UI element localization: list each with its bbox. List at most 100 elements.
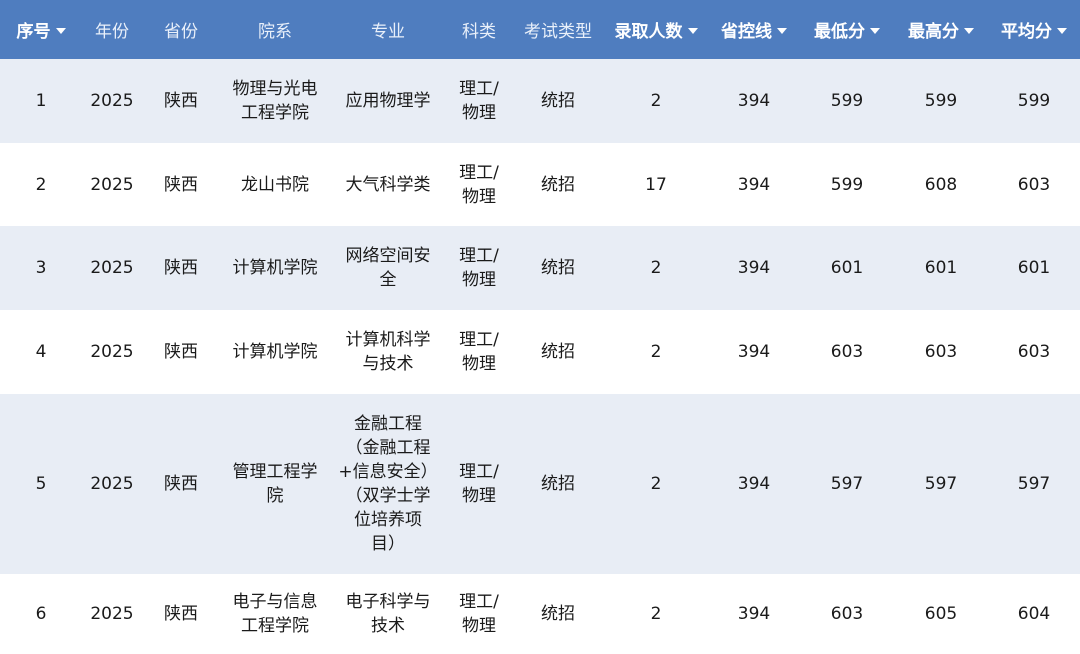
cell-exam-type-text: 统招 (541, 604, 575, 624)
cell-dept: 物理与光电 工程学院 (220, 59, 330, 143)
header-label: 平均分 (1001, 22, 1052, 42)
cell-year: 2025 (82, 59, 142, 143)
cell-province: 陕西 (142, 574, 220, 654)
cell-avg-score: 604 (988, 574, 1080, 654)
cell-exam-type: 统招 (512, 59, 604, 143)
table-row: 3 2025 陕西 计算机学院 网络空间安全理工/物理 统招 2 394 601 601 601 (0, 226, 1080, 310)
cell-no: 5 (0, 394, 82, 574)
cell-category-line: 理工/ (459, 162, 499, 183)
cell-min-score: 597 (800, 394, 894, 574)
cell-major-line: 技术 (371, 616, 405, 636)
cell-dept-line: 电子与信息 (232, 592, 318, 612)
header-col-control-line[interactable]: 省控线 (708, 0, 800, 59)
cell-dept: 龙山书院 (220, 143, 330, 226)
cell-avg-score: 603 (988, 310, 1080, 394)
header-col-major: 专业 (330, 0, 446, 59)
cell-no: 4 (0, 310, 82, 394)
cell-year-text: 2025 (90, 474, 134, 494)
cell-admit-count-text: 2 (650, 258, 662, 278)
cell-category: 理工/物理 (446, 574, 512, 654)
cell-no-text: 4 (35, 342, 47, 362)
header-col-max-score[interactable]: 最高分 (894, 0, 988, 59)
cell-province-text: 陕西 (164, 474, 198, 494)
cell-max-score-text: 608 (924, 174, 958, 195)
cell-control-line-text: 394 (737, 604, 771, 624)
cell-no-text: 2 (35, 174, 47, 195)
cell-province: 陕西 (142, 143, 220, 226)
cell-dept-line: 管理工程学 (232, 462, 318, 482)
cell-admit-count: 2 (604, 310, 708, 394)
header-row: 序号 年份 省份 院系 专业 科类 考试类型 录取人数 省控线 最低分 最高分 平均分 (0, 0, 1080, 59)
cell-dept: 电子与信息 工程学院 (220, 574, 330, 654)
sort-caret-down-icon[interactable] (870, 28, 880, 34)
header-col-no[interactable]: 序号 (0, 0, 82, 59)
sort-caret-down-icon[interactable] (964, 28, 974, 34)
cell-control-line: 394 (708, 143, 800, 226)
header-col-admit-count[interactable]: 录取人数 (604, 0, 708, 59)
cell-avg-score-text: 603 (1017, 342, 1051, 362)
cell-major-line: 与技术 (362, 354, 414, 374)
header-label: 专业 (371, 22, 405, 42)
cell-no-text: 1 (35, 91, 47, 111)
cell-max-score-text: 605 (924, 604, 958, 624)
sort-caret-down-icon[interactable] (1057, 28, 1067, 34)
cell-control-line: 394 (708, 59, 800, 143)
cell-min-score: 603 (800, 574, 894, 654)
cell-dept-line: 计算机学院 (232, 258, 318, 278)
cell-year-text: 2025 (90, 604, 134, 624)
cell-admit-count: 2 (604, 226, 708, 310)
cell-min-score-text: 601 (830, 258, 864, 278)
cell-exam-type: 统招 (512, 394, 604, 574)
cell-year: 2025 (82, 143, 142, 226)
cell-exam-type: 统招 (512, 574, 604, 654)
sort-caret-down-icon[interactable] (55, 28, 66, 34)
cell-max-score: 597 (894, 394, 988, 574)
cell-year: 2025 (82, 394, 142, 574)
cell-min-score: 599 (800, 143, 894, 226)
cell-exam-type-text: 统招 (541, 342, 575, 362)
cell-major-line: 应用物理学 (345, 91, 431, 111)
cell-major-line: 金融工程 (354, 414, 422, 434)
cell-max-score-text: 597 (924, 474, 958, 494)
cell-no: 1 (0, 59, 82, 143)
cell-major-line: 计算机科学 (345, 330, 431, 350)
cell-dept: 计算机学院 (220, 226, 330, 310)
cell-min-score-text: 603 (830, 604, 864, 624)
header-label: 考试类型 (524, 22, 592, 42)
cell-major: 计算机科学 与技术 (330, 310, 446, 394)
cell-admit-count-text: 17 (645, 174, 667, 195)
cell-avg-score-text: 597 (1017, 474, 1051, 494)
header-label: 最低分 (814, 22, 865, 42)
cell-avg-score-text: 603 (1017, 174, 1051, 195)
cell-category: 理工/物理 (446, 143, 512, 226)
cell-max-score-text: 599 (924, 91, 958, 111)
table-row: 2 2025 陕西 龙山书院 大气科学类 理工/物理 统招 17 394 599 608 603 (0, 143, 1080, 226)
cell-major-line: 目） (371, 534, 405, 554)
sort-caret-down-icon[interactable] (687, 28, 698, 34)
cell-control-line-text: 394 (737, 258, 771, 278)
cell-no-text: 6 (35, 604, 47, 624)
cell-major: 电子科学与 技术 (330, 574, 446, 654)
sort-caret-down-icon[interactable] (777, 28, 787, 34)
header-col-avg-score[interactable]: 平均分 (988, 0, 1080, 59)
cell-max-score: 608 (894, 143, 988, 226)
cell-province: 陕西 (142, 394, 220, 574)
header-col-min-score[interactable]: 最低分 (800, 0, 894, 59)
cell-min-score: 599 (800, 59, 894, 143)
cell-major: 金融工程 （金融工程 +信息安全） （双学士学 位培养项 目） (330, 394, 446, 574)
cell-dept-line: 工程学院 (241, 616, 309, 636)
cell-category: 理工/物理 (446, 394, 512, 574)
cell-no: 2 (0, 143, 82, 226)
cell-no-text: 3 (35, 258, 47, 278)
cell-exam-type-text: 统招 (541, 174, 575, 195)
table-row: 1 2025 陕西 物理与光电 工程学院 应用物理学 理工/物理 统招 2 394 599 599 59… (0, 59, 1080, 143)
cell-max-score: 601 (894, 226, 988, 310)
admission-table: 序号 年份 省份 院系 专业 科类 考试类型 录取人数 省控线 最低分 最高分 平均分 1 2025 陕西… (0, 0, 1080, 654)
cell-major: 应用物理学 (330, 59, 446, 143)
table-row: 4 2025 陕西 计算机学院 计算机科学 与技术 理工/物理 统招 2 394 603 603 603 (0, 310, 1080, 394)
table-row: 6 2025 陕西 电子与信息 工程学院 电子科学与 技术 理工/物理 统招 2 394 603 605… (0, 574, 1080, 654)
header-label: 年份 (95, 22, 129, 42)
cell-avg-score-text: 601 (1017, 258, 1051, 278)
cell-admit-count: 2 (604, 574, 708, 654)
cell-province: 陕西 (142, 59, 220, 143)
